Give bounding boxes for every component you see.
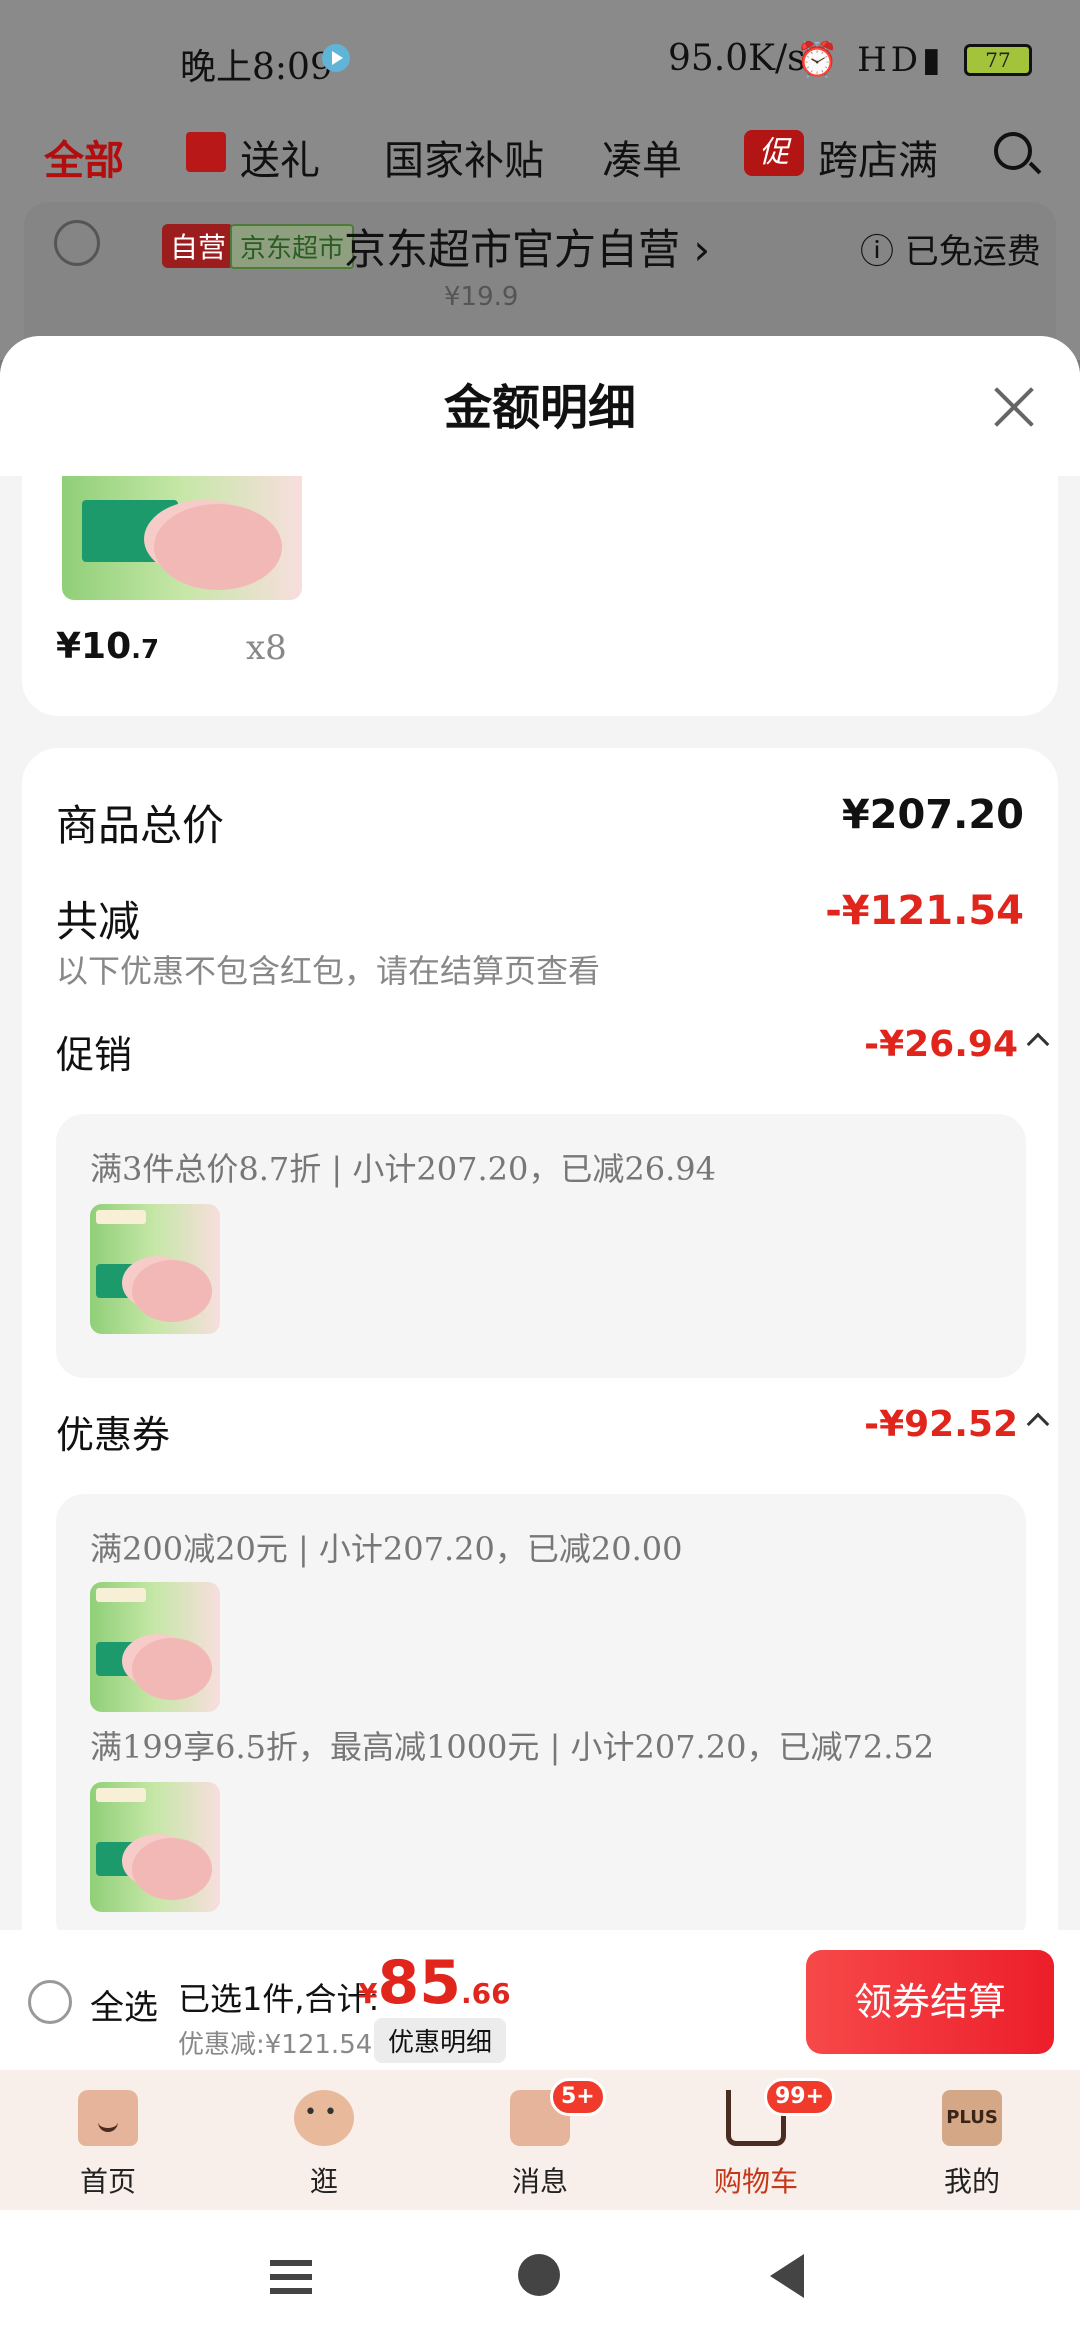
checkout-total: ¥85.66 (358, 1948, 511, 2018)
self-operated-tag: 自营 (162, 224, 235, 268)
total-reduce-label: 共减 (56, 897, 141, 946)
reduce-note: 以下优惠不包含红包，请在结算页查看 (56, 952, 601, 990)
promo-line: 满3件总价8.7折 | 小计207.20，已减26.94 (90, 1150, 716, 1188)
total-price-value: ¥207.20 (841, 792, 1024, 838)
checkout-bar: 全选 已选1件,合计: ¥85.66 优惠减:¥121.54 优惠明细 领券结算 (0, 1930, 1080, 2070)
promo-value: -¥26.94 (864, 1024, 1050, 1065)
message-badge: 5+ (550, 2078, 606, 2116)
tab-combine[interactable]: 凑单 (602, 128, 682, 186)
select-all-label[interactable]: 全选 (90, 1980, 158, 2029)
product-thumbnail[interactable] (90, 1782, 220, 1912)
tab-messages[interactable]: 5+ 消息 (432, 2070, 648, 2210)
home-icon (78, 2090, 138, 2146)
store-select-radio[interactable] (54, 220, 100, 266)
selected-count: 已选1件,合计: (178, 1980, 380, 2018)
cart-badge: 99+ (764, 2078, 836, 2116)
browse-icon (294, 2090, 354, 2146)
coupon-value: -¥92.52 (864, 1404, 1050, 1445)
tab-browse[interactable]: 逛 (216, 2070, 432, 2210)
back-icon[interactable] (770, 2254, 804, 2298)
chevron-up-icon (1026, 1412, 1050, 1436)
item-quantity: x8 (246, 628, 287, 668)
status-bar: 晚上8:09 95.0K/s ⏰ HD▮ ⌔ 77 (0, 0, 1080, 110)
tab-messages-label: 消息 (511, 2165, 568, 2198)
item-card: ¥10.7 x8 (22, 476, 1058, 716)
tab-subsidy[interactable]: 国家补贴 (384, 128, 544, 186)
total-price-label: 商品总价 (56, 801, 225, 850)
tab-cart-label: 购物车 (713, 2165, 798, 2198)
tab-cart[interactable]: 99+ 购物车 (648, 2070, 864, 2210)
tab-browse-label: 逛 (309, 2165, 338, 2198)
coupon-label: 优惠券 (56, 1413, 171, 1457)
store-name[interactable]: 京东超市官方自营 › (344, 216, 710, 277)
chevron-up-icon (1026, 1032, 1050, 1056)
price-breakdown-card: 商品总价 ¥207.20 共减 -¥121.54 以下优惠不包含红包，请在结算页… (22, 748, 1058, 1940)
tab-home[interactable]: 首页 (0, 2070, 216, 2210)
product-thumbnail[interactable] (62, 476, 302, 600)
tab-mine[interactable]: PLUS 我的 (864, 2070, 1080, 2210)
status-time: 晚上8:09 (180, 47, 333, 88)
plus-icon: PLUS (942, 2090, 1002, 2146)
tab-mine-label: 我的 (943, 2165, 1000, 2198)
discount-detail-button[interactable]: 优惠明细 (374, 2018, 507, 2063)
tab-home-label: 首页 (79, 2165, 136, 2198)
coupon-line-2: 满199享6.5折，最高减1000元 | 小计207.20，已减72.52 (90, 1728, 935, 1766)
home-button-icon[interactable] (518, 2254, 560, 2296)
strike-price: ¥19.9 (444, 282, 519, 312)
promo-icon: 促 (744, 130, 804, 176)
coupon-detail-box: 满200减20元 | 小计207.20，已减20.00 满199享6.5折，最高… (56, 1494, 1026, 1940)
background-cart-page: 晚上8:09 95.0K/s ⏰ HD▮ ⌔ 77 全部 送礼 国家补贴 凑单 … (0, 0, 1080, 362)
jd-supermarket-tag: 京东超市 (230, 224, 355, 269)
filter-tabs: 全部 送礼 国家补贴 凑单 促 跨店满 (0, 118, 1080, 198)
system-nav-bar (0, 2210, 1080, 2340)
discount-amount: 优惠减:¥121.54 (178, 2030, 373, 2060)
tab-all[interactable]: 全部 (44, 128, 124, 186)
select-all-radio[interactable] (28, 1980, 72, 2024)
item-price: ¥10.7 (56, 626, 160, 667)
amount-detail-sheet: 金额明细 ¥10.7 x8 商品总价 ¥207.20 共减 -¥121.54 以… (0, 336, 1080, 1940)
product-thumbnail[interactable] (90, 1582, 220, 1712)
battery-icon: 77 (964, 44, 1032, 76)
checkout-button[interactable]: 领券结算 (806, 1950, 1054, 2054)
sheet-header: 金额明细 (0, 336, 1080, 476)
coupon-line-1: 满200减20元 | 小计207.20，已减20.00 (90, 1530, 683, 1568)
product-thumbnail[interactable] (90, 1204, 220, 1334)
shipping-info[interactable]: ⓘ 已免运费 (860, 224, 1041, 273)
tab-cross-store[interactable]: 跨店满 (818, 128, 938, 186)
status-net-speed: 95.0K/s (668, 38, 806, 79)
close-icon[interactable] (990, 384, 1036, 430)
sheet-title: 金额明细 (443, 380, 636, 436)
search-icon[interactable] (994, 132, 1032, 170)
gift-icon (186, 132, 226, 172)
promo-label: 促销 (56, 1033, 133, 1077)
recent-apps-icon[interactable] (270, 2260, 312, 2294)
tab-gift[interactable]: 送礼 (240, 128, 320, 186)
play-icon (322, 44, 350, 72)
total-reduce-value: -¥121.54 (825, 888, 1024, 934)
promo-detail-box: 满3件总价8.7折 | 小计207.20，已减26.94 (56, 1114, 1026, 1378)
bottom-tab-bar: 首页 逛 5+ 消息 99+ 购物车 PLUS 我的 (0, 2070, 1080, 2210)
